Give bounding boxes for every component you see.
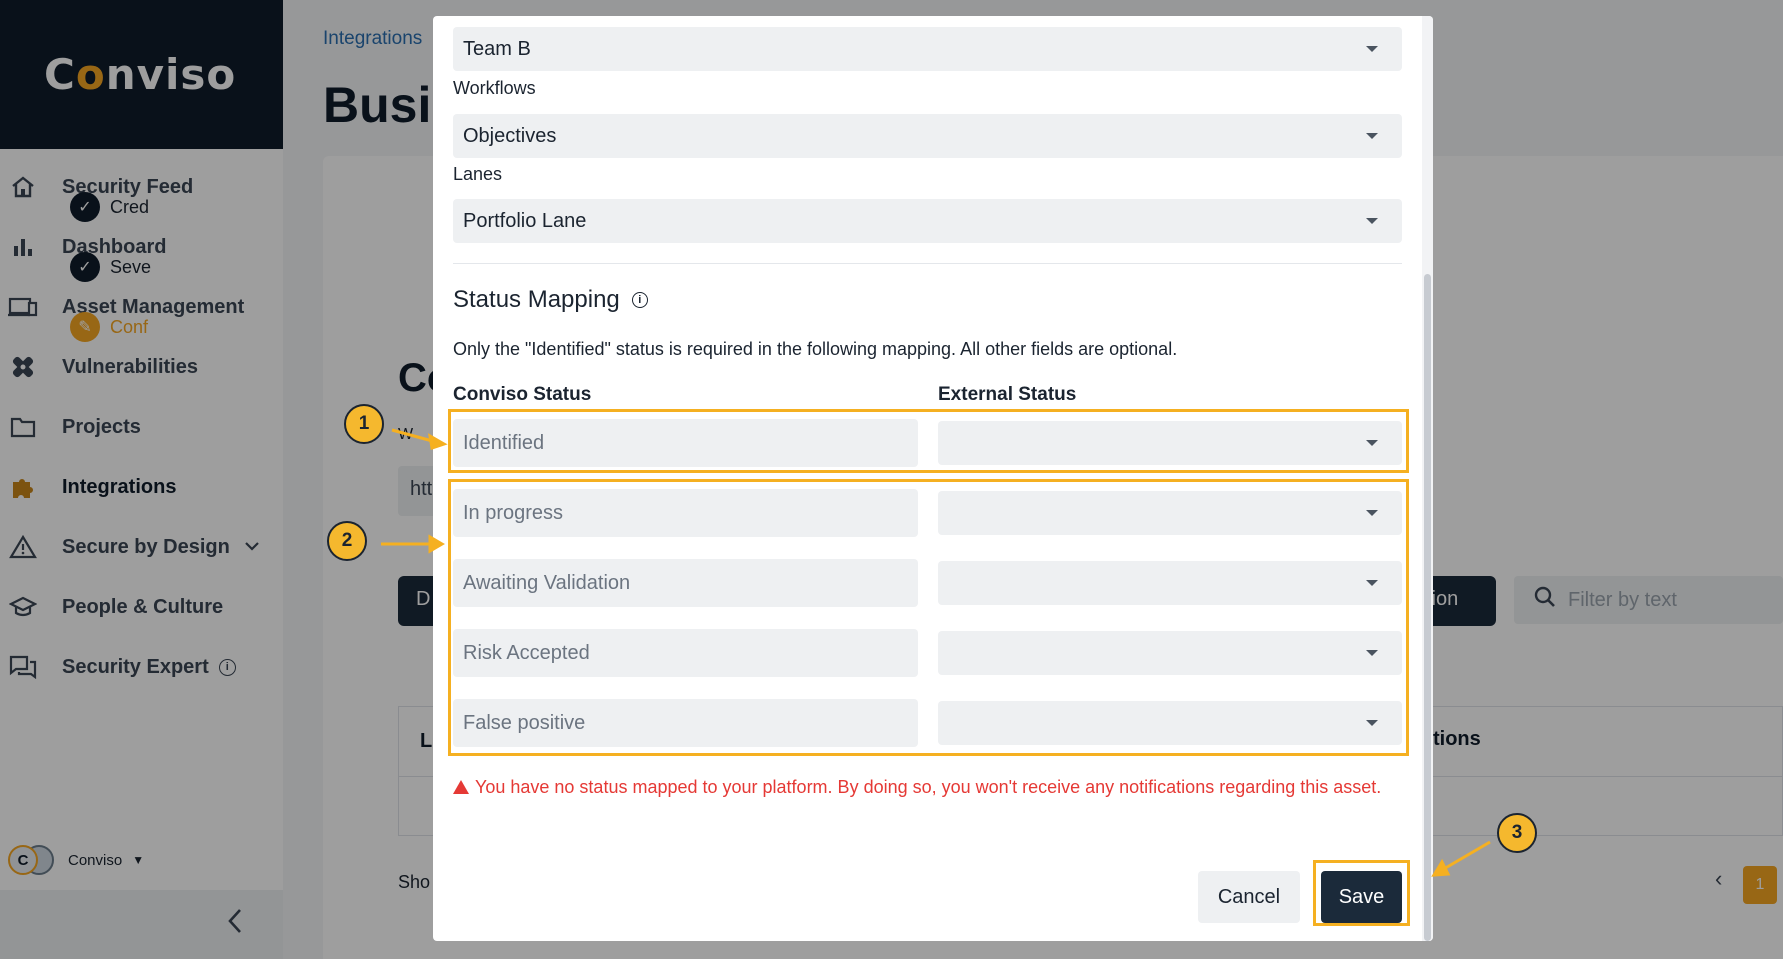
cancel-button[interactable]: Cancel — [1198, 871, 1300, 923]
status-mapping-description: Only the "Identified" status is required… — [453, 339, 1178, 359]
dropdown-arrow-icon — [1366, 218, 1378, 224]
lanes-label: Lanes — [453, 164, 503, 184]
modal-scrollbar-thumb[interactable] — [1424, 274, 1431, 941]
conviso-status-header: Conviso Status — [453, 384, 592, 405]
warning-icon — [453, 780, 469, 794]
dropdown-arrow-icon — [1366, 46, 1378, 52]
divider — [453, 263, 1402, 264]
annotation-badge-2: 2 — [327, 521, 367, 561]
dropdown-arrow-icon — [1366, 133, 1378, 139]
workflows-label: Workflows — [453, 78, 536, 98]
lanes-select[interactable]: Portfolio Lane — [453, 199, 1402, 243]
info-icon[interactable]: i — [631, 292, 648, 308]
status-mapping-title: Status Mapping i — [453, 286, 648, 314]
external-status-header: External Status — [938, 384, 1077, 405]
workflows-select[interactable]: Objectives — [453, 114, 1402, 158]
annotation-badge-3: 3 — [1497, 813, 1537, 853]
warning-message: You have no status mapped to your platfo… — [453, 772, 1393, 802]
highlight-optional-rows — [448, 479, 1409, 756]
highlight-save-button — [1313, 860, 1410, 926]
annotation-badge-1: 1 — [344, 404, 384, 444]
highlight-identified-row — [448, 409, 1409, 473]
team-select[interactable]: Team B — [453, 27, 1402, 71]
